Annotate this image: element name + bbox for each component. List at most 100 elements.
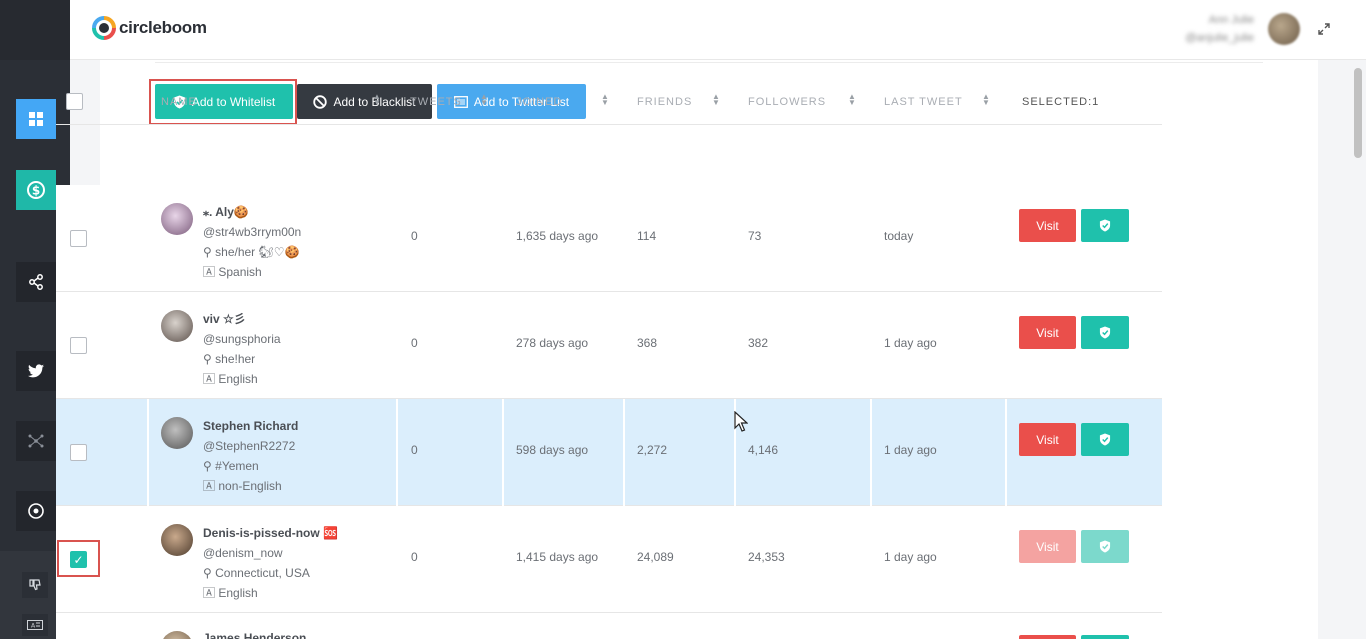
sort-icon[interactable]: ▲ ▼ [480,93,488,107]
language-icon: 🄰 [203,265,216,279]
user-name[interactable]: viv ☆彡 [203,309,281,329]
user-avatar[interactable] [1268,13,1300,45]
user-language: 🄰 English [203,369,281,389]
followers-value: 73 [748,229,762,243]
circleboom-logo-icon [92,16,116,40]
sort-icon[interactable]: ▲ ▼ [712,93,720,107]
tweets-value: 0 [411,336,418,350]
user-handle: @denism_now [203,546,283,560]
mouse-cursor-icon [734,411,748,432]
followers-value: 382 [748,336,769,350]
table-row: James Henderson [56,613,1162,639]
network-icon[interactable] [16,421,56,461]
visit-button[interactable]: Visit [1019,316,1076,349]
row-checkbox-cell [70,337,87,354]
page-scrollbar[interactable] [1350,60,1366,639]
location-text: she/her 🐿♡🍪 [215,245,300,259]
language-icon: 🄰 [203,586,216,600]
scrollbar-thumb[interactable] [1354,68,1362,158]
user-handle: @anjulie_julie [1185,32,1254,44]
avatar[interactable] [161,524,193,556]
user-location: ⚲ she/her 🐿♡🍪 [203,242,301,262]
user-info[interactable]: Ann Julie @anjulie_julie [1185,11,1254,47]
visit-button[interactable] [1019,635,1076,639]
row-actions: Visit [1019,423,1129,456]
target-icon[interactable] [16,491,56,531]
row-checkbox[interactable] [70,444,87,461]
user-name[interactable]: ⁎. Aly🍪 [203,202,301,222]
dashboard-icon[interactable] [16,99,56,139]
card-divider [155,62,1263,63]
user-handle: @sungsphoria [203,332,281,346]
select-all-checkbox[interactable] [66,93,83,110]
row-actions: Visit [1019,316,1129,349]
user-name[interactable]: Denis-is-pissed-now 🆘 [203,523,338,543]
avatar[interactable] [161,417,193,449]
language-text: non-English [218,479,282,493]
row-checkbox[interactable] [70,337,87,354]
friends-value: 24,089 [637,550,674,564]
visit-button[interactable]: Visit [1019,209,1076,242]
col-joined[interactable]: JOINED [516,78,562,125]
row-actions [1019,635,1129,639]
last-tweet-value: today [884,229,914,243]
last-tweet-value: 1 day ago [884,336,937,350]
table-header: NAME ▲ ▼ TWEETS ▲ ▼ JOINED ▲ ▼ FRIENDS ▲ ▼ F… [56,78,1162,125]
user-handle: @str4wb3rrym00n [203,225,302,239]
share-icon[interactable] [16,262,56,302]
language-icon: 🄰 [203,479,216,493]
whitelist-shield-button[interactable] [1081,316,1129,349]
twitter-icon[interactable] [16,351,56,391]
row-actions: Visit [1019,530,1129,563]
table-row: ✓ Denis-is-pissed-now 🆘 @denism_now ⚲ Co… [56,506,1162,613]
user-info-cell: Denis-is-pissed-now 🆘 @denism_now ⚲ Conn… [203,523,338,603]
col-tweets[interactable]: TWEETS [410,78,462,125]
language-text: English [218,372,258,386]
brand-name: circleboom [119,18,207,37]
user-name[interactable]: James Henderson [203,628,306,639]
thumbs-down-icon[interactable] [22,572,48,598]
row-checkbox[interactable] [70,230,87,247]
location-text: #Yemen [215,459,259,473]
col-friends[interactable]: FRIENDS [637,78,692,125]
whitelist-shield-button[interactable] [1081,635,1129,639]
avatar[interactable] [161,631,193,639]
user-location: ⚲ Connecticut, USA [203,563,338,583]
friends-value: 114 [637,229,657,243]
row-checkbox-cell [70,444,87,461]
sort-icon[interactable]: ▲ ▼ [848,93,856,107]
avatar[interactable] [161,203,193,235]
sort-icon[interactable]: ▲ ▼ [982,93,990,107]
subscription-icon[interactable]: $ [16,170,56,210]
column-divider [147,399,149,506]
col-followers[interactable]: FOLLOWERS [748,78,826,125]
whitelist-shield-button[interactable] [1081,209,1129,242]
circleboom-logo[interactable]: circleboom [92,16,207,40]
friends-value: 368 [637,336,658,350]
column-divider [1005,399,1007,506]
visit-button[interactable]: Visit [1019,530,1076,563]
fullscreen-icon[interactable] [1318,22,1330,38]
table-row: Stephen Richard @StephenR2272 ⚲ #Yemen 🄰… [56,399,1162,506]
col-name[interactable]: NAME [161,78,197,125]
row-actions: Visit [1019,209,1129,242]
column-divider [396,399,398,506]
col-last-tweet[interactable]: LAST TWEET [884,78,963,125]
joined-value: 278 days ago [516,336,589,350]
avatar[interactable] [161,310,193,342]
user-language: 🄰 English [203,583,338,603]
user-location: ⚲ she!her [203,349,281,369]
select-all-cell [66,78,83,125]
tweets-value: 0 [411,443,418,457]
sort-icon[interactable]: ▲ ▼ [373,93,381,107]
column-divider [623,399,625,506]
user-name[interactable]: Stephen Richard [203,416,298,436]
visit-button[interactable]: Visit [1019,423,1076,456]
shield-check-icon [1099,219,1111,232]
sort-icon[interactable]: ▲ ▼ [601,93,609,107]
language-icon[interactable]: A [22,614,48,636]
whitelist-shield-button[interactable] [1081,530,1129,563]
whitelist-shield-button[interactable] [1081,423,1129,456]
column-divider [502,399,504,506]
tweets-value: 0 [411,550,418,564]
